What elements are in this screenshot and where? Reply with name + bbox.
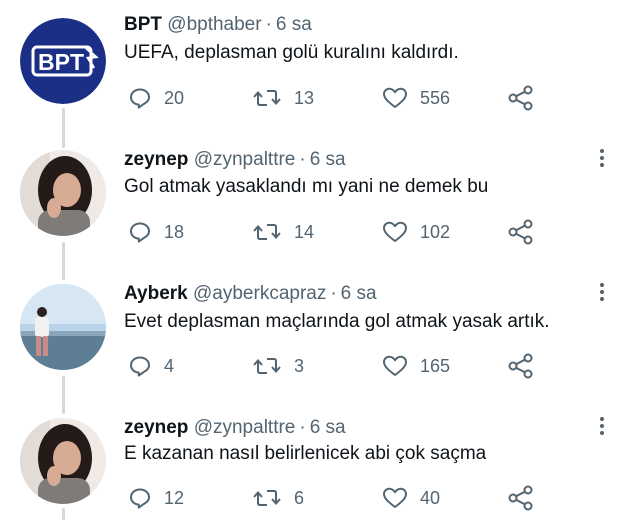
reply-button[interactable]: 12 [128,483,184,513]
like-button[interactable]: 40 [382,483,440,513]
heart-icon [383,221,407,242]
share-button[interactable] [508,217,534,247]
like-button[interactable]: 165 [382,351,450,381]
reply-button[interactable]: 18 [128,217,184,247]
tweet[interactable]: BPT BPT @bpthaber · 6 sa UEFA, deplasman g… [0,0,635,130]
retweet-icon [253,224,281,240]
like-button[interactable]: 102 [382,217,450,247]
tweet[interactable]: zeynep @zynpalttre · 6 sa Gol atmak yasakl… [0,148,635,274]
reply-count: 12 [164,487,185,508]
more-options-icon [600,149,604,153]
separator-dot: · [299,417,306,438]
tweet-header: zeynep @zynpalttre · 6 sa [124,416,346,440]
avatar[interactable] [20,418,106,504]
retweet-button[interactable]: 13 [252,83,314,113]
like-count: 165 [420,355,451,376]
timestamp[interactable]: 6 sa [341,283,377,304]
heart-icon [383,487,407,508]
separator-dot: · [265,14,272,35]
more-options-icon [600,283,604,287]
action-bar: 18 14 102 [124,217,544,247]
tweet-header: BPT @bpthaber · 6 sa [124,13,312,37]
display-name[interactable]: Ayberk [124,283,188,304]
tweet[interactable]: zeynep @zynpalttre · 6 sa E kazanan nasıl … [0,416,635,514]
retweet-button[interactable]: 6 [252,483,304,513]
retweet-icon [253,90,281,106]
share-icon [508,485,533,511]
reply-count: 20 [164,87,185,108]
tweet-text: Gol atmak yasaklandı mı yani ne demek bu [124,176,489,197]
share-button[interactable] [508,83,534,113]
action-bar: 4 3 165 [124,351,544,381]
like-button[interactable]: 556 [382,83,450,113]
more-options-button[interactable] [598,283,606,305]
separator-dot: · [330,283,337,304]
share-icon [508,353,533,379]
retweet-count: 13 [294,87,315,108]
more-options-button[interactable] [598,417,606,439]
retweet-button[interactable]: 3 [252,351,304,381]
reply-icon [130,488,150,509]
timestamp[interactable]: 6 sa [310,149,346,170]
reply-count: 18 [164,221,185,242]
tweet-header: Ayberk @ayberkcapraz · 6 sa [124,282,377,306]
reply-icon [130,356,150,377]
tweet-header: zeynep @zynpalttre · 6 sa [124,148,346,172]
user-handle[interactable]: @bpthaber [167,14,261,35]
timestamp[interactable]: 6 sa [310,417,346,438]
separator-dot: · [299,149,306,170]
like-count: 40 [420,487,441,508]
heart-icon [383,355,407,376]
tweet-text: E kazanan nasıl belirlenicek abi çok saç… [124,443,487,464]
avatar[interactable]: BPT [20,18,106,104]
like-count: 102 [420,221,451,242]
like-count: 556 [420,87,451,108]
display-name[interactable]: zeynep [124,149,188,170]
avatar[interactable] [20,284,106,370]
more-options-button[interactable] [598,149,606,171]
share-button[interactable] [508,351,534,381]
retweet-count: 14 [294,221,315,242]
avatar[interactable] [20,150,106,236]
display-name[interactable]: zeynep [124,417,188,438]
user-photo [20,150,106,236]
reply-icon [130,222,150,243]
retweet-icon [253,490,281,506]
user-handle[interactable]: @zynpalttre [194,417,296,438]
tweet-text: Evet deplasman maçlarında gol atmak yasa… [124,311,550,332]
share-button[interactable] [508,483,534,513]
retweet-icon [253,358,281,374]
display-name[interactable]: BPT [124,14,162,35]
user-photo [20,418,106,504]
reply-button[interactable]: 4 [128,351,174,381]
user-handle[interactable]: @zynpalttre [194,149,296,170]
bpt-logo: BPT [20,18,106,104]
heart-icon [383,87,407,108]
share-icon [508,219,533,245]
reply-icon [130,88,150,109]
retweet-count: 3 [294,355,305,376]
more-options-icon [600,417,604,421]
user-handle[interactable]: @ayberkcapraz [193,283,326,304]
user-photo [20,284,106,370]
tweet[interactable]: Ayberk @ayberkcapraz · 6 sa Evet deplasman… [0,282,635,408]
reply-button[interactable]: 20 [128,83,184,113]
retweet-button[interactable]: 14 [252,217,314,247]
action-bar: 12 6 40 [124,483,544,513]
reply-count: 4 [164,355,175,376]
tweet-text: UEFA, deplasman golü kuralını kaldırdı. [124,42,459,63]
share-icon [508,85,533,111]
action-bar: 20 13 556 [124,83,544,113]
retweet-count: 6 [294,487,305,508]
timestamp[interactable]: 6 sa [276,14,312,35]
bpt-logo-text: BPT [38,49,84,75]
